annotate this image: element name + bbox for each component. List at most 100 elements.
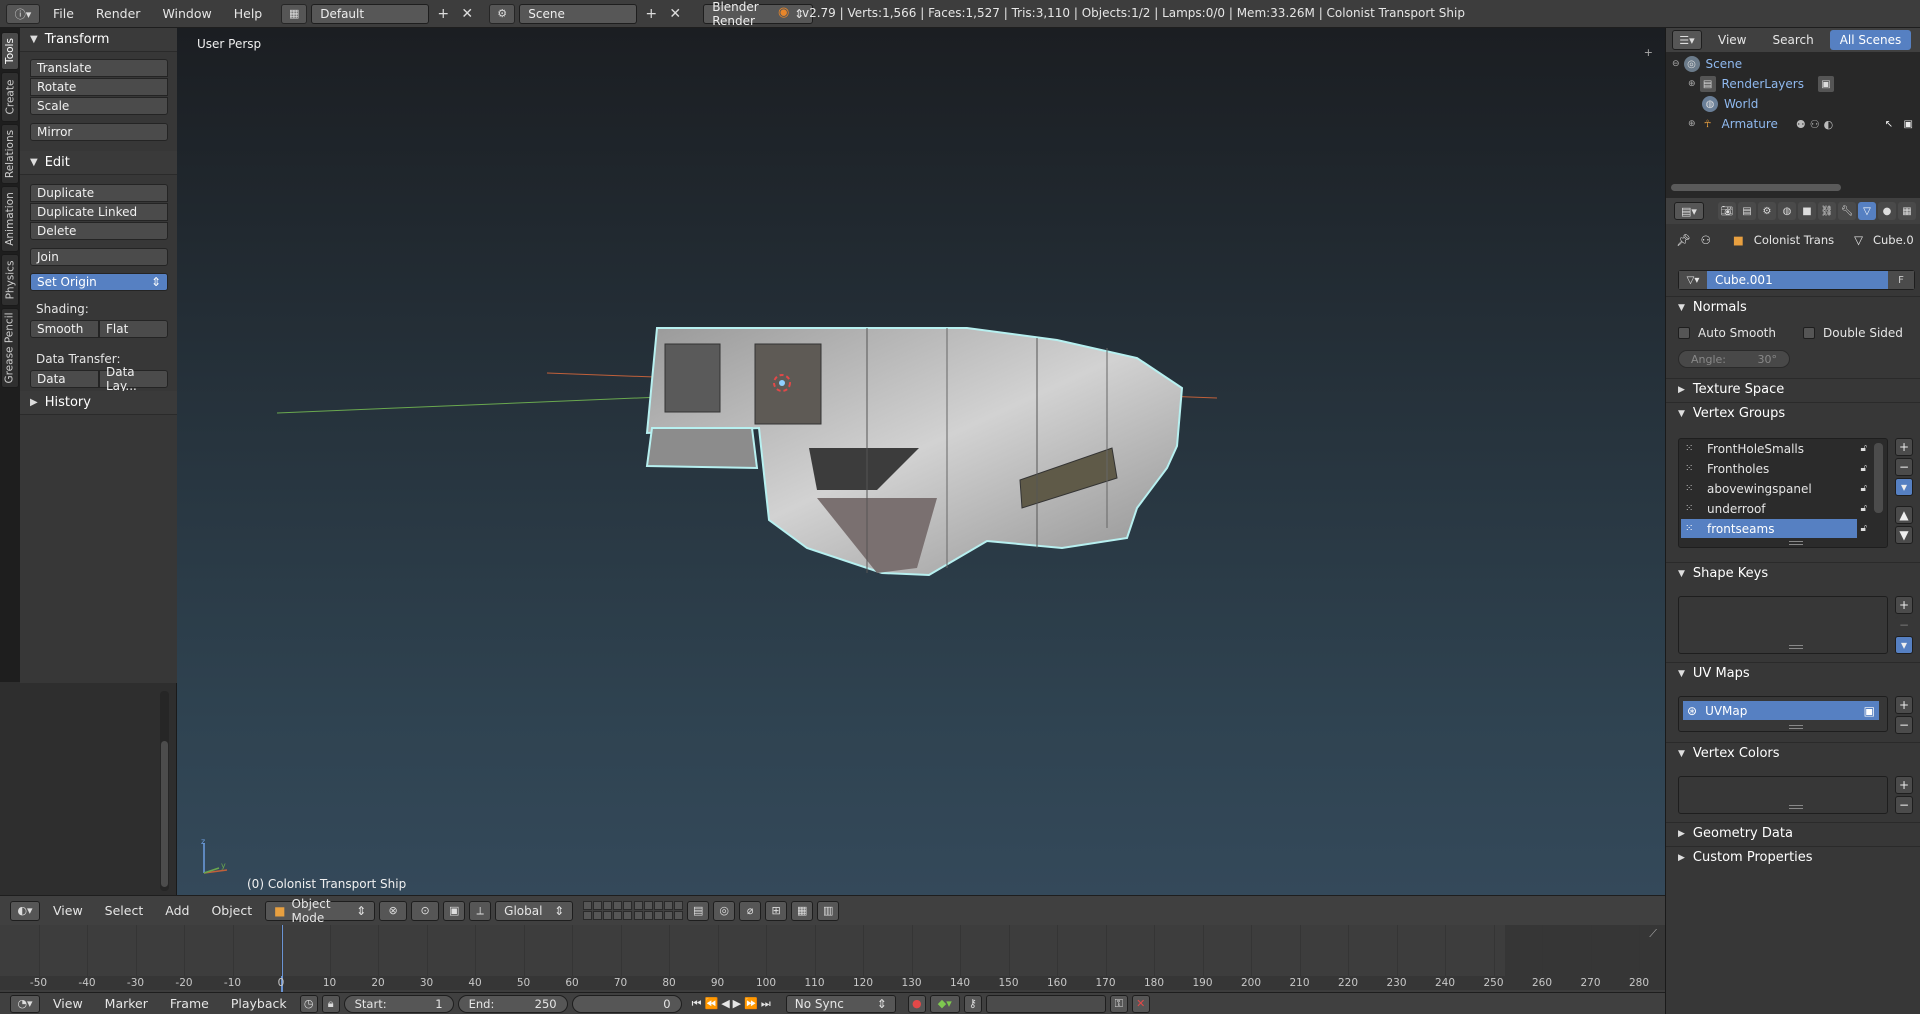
translate-button[interactable]: Translate [30,59,168,77]
edit-panel-header[interactable]: ▼ Edit [20,151,177,175]
list-resize-grip[interactable] [1789,725,1803,729]
layer-buttons[interactable] [583,901,684,920]
tab-grease-pencil[interactable]: Grease Pencil [1,308,19,388]
keying-set-icon[interactable]: ◆▾ [929,994,960,1013]
vertex-groups-panel-header[interactable]: ▼ Vertex Groups [1666,402,1920,424]
info-editor-type-icon[interactable]: ⓘ▾ [6,3,40,24]
vertex-group-item[interactable]: ⁙ underroof 🔓︎ [1681,499,1867,518]
timeline[interactable]: ⟋ -50 -40 -30 -20 -10 0 10 20 30 40 50 60 70 80 90 100 1… [0,925,1665,992]
delete-button[interactable]: Delete [30,222,168,240]
preview-range-icon[interactable]: ◷ [299,994,318,1013]
timeline-editor-type-icon[interactable]: ◔▾ [10,994,40,1013]
renderable-icon[interactable]: ▣ [1904,119,1913,130]
shape-keys-panel-header[interactable]: ▼ Shape Keys [1666,562,1920,584]
data-layout-transfer-button[interactable]: Data Lay... [99,365,168,393]
snap-element-icon[interactable]: ⊞ [765,900,788,921]
lock-icon[interactable]: 🔓︎ [1861,523,1867,534]
list-resize-grip[interactable] [1789,541,1803,545]
vertex-group-item[interactable]: ⁙ abovewingspanel 🔓︎ [1681,479,1867,498]
move-down-button[interactable]: ▼ [1895,526,1913,544]
expand-icon[interactable]: ⊕ [1688,119,1696,129]
modifiers-tab-icon[interactable]: 🔧︎ [1838,202,1856,220]
smooth-button[interactable]: Smooth [30,320,99,338]
tool-shelf-scrollbar[interactable] [160,691,169,891]
duplicate-linked-button[interactable]: Duplicate Linked [30,203,168,221]
add-uv-map-button[interactable]: + [1895,696,1913,714]
proportional-edit-icon[interactable]: ◎ [713,900,736,921]
remove-vertex-group-button[interactable]: − [1895,458,1913,476]
pin-icon[interactable]: 📌︎ [1676,233,1691,247]
double-sided-checkbox[interactable]: Double Sided [1803,326,1903,340]
vertex-groups-scrollbar[interactable] [1874,443,1883,513]
lock-icon[interactable]: 🔓︎ [1861,503,1867,514]
playback-menu[interactable]: Playback [222,996,296,1011]
vertex-groups-list[interactable]: ⁙ FrontHoleSmalls 🔓︎ ⁙ Frontholes 🔓︎ ⁙ abovew… [1678,438,1888,548]
geometry-data-panel-header[interactable]: ▶ Geometry Data [1666,822,1920,844]
data-transfer-button[interactable]: Data [30,370,99,388]
join-button[interactable]: Join [30,248,168,266]
add-vertex-color-button[interactable]: + [1895,776,1913,794]
area-split-icon[interactable]: + [1644,46,1653,59]
timeline-view-menu[interactable]: View [44,996,92,1011]
opengl-anim-icon[interactable]: ▥ [817,900,840,921]
uv-maps-panel-header[interactable]: ▼ UV Maps [1666,662,1920,684]
shape-keys-list[interactable] [1678,596,1888,654]
add-scene-icon[interactable]: + [641,4,661,24]
remove-shape-key-button[interactable]: − [1895,616,1913,634]
duplicate-button[interactable]: Duplicate [30,184,168,202]
keying-set-field[interactable] [985,994,1106,1013]
list-resize-grip[interactable] [1789,645,1803,649]
3d-viewport[interactable]: User Persp z y (0) Colonist Transport Sh… [177,28,1665,895]
selectable-icon[interactable]: ↖ [1885,119,1893,130]
screen-layout-field[interactable]: Default [311,3,430,24]
limit-selection-icon[interactable]: ▣ [443,900,466,921]
menu-file[interactable]: File [44,6,83,21]
add-screen-icon[interactable]: + [433,4,453,24]
opengl-render-icon[interactable]: ▦ [791,900,814,921]
scale-button[interactable]: Scale [30,97,168,115]
marker-menu[interactable]: Marker [96,996,157,1011]
expand-icon[interactable]: ⊕ [1688,79,1696,89]
vertex-group-item[interactable]: ⁙ FrontHoleSmalls 🔓︎ [1681,439,1867,458]
delete-keyframe-icon[interactable]: ✕ [1131,994,1150,1013]
checkbox-box[interactable] [1678,327,1690,339]
viewport-shading-icon[interactable]: ⊗ [379,900,408,921]
render-engine-dropdown[interactable]: Blender Render ⇕ [703,0,814,28]
transform-panel-header[interactable]: ▼ Transform [20,28,177,52]
outliner-item-armature[interactable]: ⊕ ☥ Armature ⚉⚇◐ ↖ ▣ [1666,114,1920,134]
set-origin-dropdown[interactable]: Set Origin ⇕ [30,273,168,291]
fake-user-button[interactable]: F [1888,271,1914,289]
mesh-datablock-field[interactable]: ▽▾ Cube.001 F [1678,270,1915,290]
render-layers-tab-icon[interactable]: ▤ [1738,202,1756,220]
mode-dropdown[interactable]: ■ Object Mode ⇕ [265,897,376,925]
object-menu[interactable]: Object [202,903,261,918]
menu-render[interactable]: Render [87,6,150,21]
scene-field[interactable]: Scene [519,3,638,24]
constraints-tab-icon[interactable]: ⛓ [1818,202,1836,220]
view-menu[interactable]: View [44,903,92,918]
screen-layout-icon[interactable]: ▦ [281,3,308,24]
remove-uv-map-button[interactable]: − [1895,716,1913,734]
lock-icon[interactable]: 🔓︎ [1861,483,1867,494]
tab-create[interactable]: Create [1,72,19,122]
material-tab-icon[interactable]: ● [1878,202,1896,220]
add-shape-key-button[interactable]: + [1895,596,1913,614]
auto-smooth-checkbox[interactable]: Auto Smooth [1678,326,1776,340]
texture-tab-icon[interactable]: ▦ [1898,202,1916,220]
transform-orientation-dropdown[interactable]: Global ⇕ [495,900,574,921]
select-menu[interactable]: Select [96,903,153,918]
keyframe-insert-icon[interactable]: ⚷ [963,994,982,1013]
custom-properties-panel-header[interactable]: ▶ Custom Properties [1666,846,1920,868]
display-mode-all-scenes[interactable]: All Scenes [1829,30,1912,50]
current-frame-field[interactable]: 0 [571,994,682,1013]
list-resize-grip[interactable] [1789,805,1803,809]
object-tab-icon[interactable]: ■ [1798,202,1816,220]
vertex-colors-panel-header[interactable]: ▼ Vertex Colors [1666,742,1920,764]
outliner-search-menu[interactable]: Search [1762,30,1823,50]
vertex-colors-list[interactable] [1678,776,1888,814]
tab-tools[interactable]: Tools [1,32,19,70]
uv-maps-list[interactable]: ⊛ UVMap ▣ [1678,696,1888,732]
remove-scene-icon[interactable]: ✕ [665,4,685,24]
record-icon[interactable]: ● [907,994,926,1013]
world-tab-icon[interactable]: ◍ [1778,202,1796,220]
